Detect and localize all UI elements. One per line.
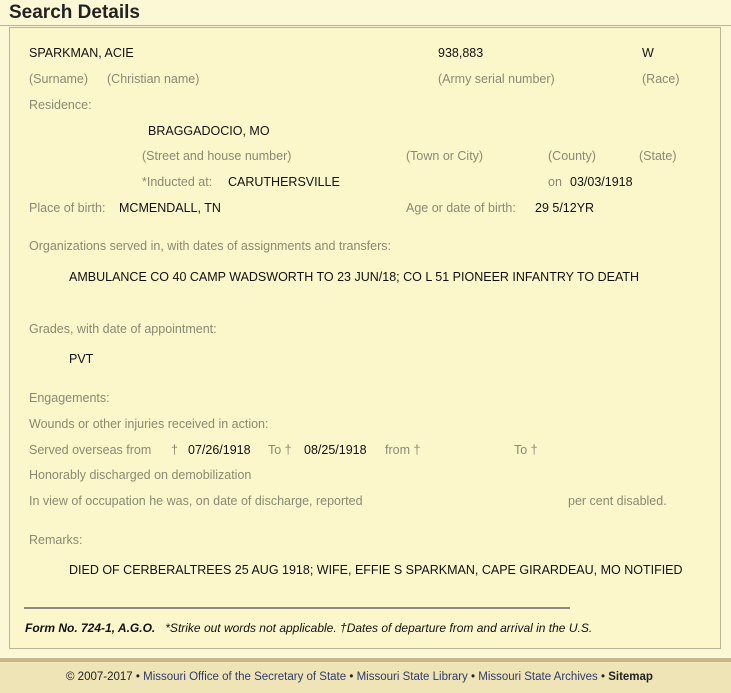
residence-label: Residence: (29, 98, 92, 112)
birth-place-value: MCMENDALL, TN (119, 201, 221, 215)
footer-separator: • (349, 671, 354, 683)
grades-value: PVT (69, 352, 94, 366)
inducted-on-label: on (548, 175, 562, 189)
grades-label: Grades, with date of appointment: (29, 322, 217, 336)
discharged-label: Honorably discharged on demobilization (29, 468, 252, 482)
inducted-value: CARUTHERSVILLE (228, 175, 340, 189)
form-number: Form No. 724-1, A.G.O. (25, 621, 156, 635)
name-value: SPARKMAN, ACIE (29, 46, 134, 60)
county-label: (County) (548, 149, 596, 163)
footer-separator: • (600, 671, 605, 683)
race-value: W (642, 46, 654, 60)
footer-separator: • (135, 671, 140, 683)
street-label: (Street and house number) (142, 149, 292, 163)
remarks-label: Remarks: (29, 533, 83, 547)
overseas-from-value: 07/26/1918 (188, 443, 251, 457)
serial-value: 938,883 (438, 46, 484, 60)
overseas-to2-label: To † (514, 443, 538, 457)
overseas-dagger: † (171, 443, 178, 457)
age-value: 29 5/12YR (535, 201, 595, 215)
disabled-label: per cent disabled. (568, 494, 667, 508)
organizations-label: Organizations served in, with dates of a… (29, 239, 391, 253)
overseas-to-value: 08/25/1918 (304, 443, 367, 457)
footer-separator: • (471, 671, 476, 683)
footer-link-state-archives[interactable]: Missouri State Archives (478, 671, 598, 683)
form-divider (24, 607, 570, 609)
residence-value: BRAGGADOCIO, MO (148, 124, 270, 138)
organizations-value: AMBULANCE CO 40 CAMP WADSWORTH TO 23 JUN… (69, 270, 640, 284)
inducted-date-value: 03/03/1918 (570, 175, 633, 189)
occupation-label: In view of occupation he was, on date of… (29, 494, 363, 508)
town-label: (Town or City) (406, 149, 484, 163)
christian-name-label: (Christian name) (107, 72, 200, 86)
surname-label: (Surname) (29, 72, 89, 86)
inducted-label: *Inducted at: (142, 175, 213, 189)
copyright: © 2007-2017 (66, 671, 133, 683)
overseas-to-label: To † (268, 443, 292, 457)
details-panel (9, 27, 721, 649)
overseas-label: Served overseas from (29, 443, 152, 457)
footer-link-secretary-of-state[interactable]: Missouri Office of the Secretary of Stat… (143, 671, 346, 683)
age-label: Age or date of birth: (406, 201, 516, 215)
footer: © 2007-2017 • Missouri Office of the Sec… (66, 671, 653, 683)
remarks-value: DIED OF CERBERALTREES 25 AUG 1918; WIFE,… (69, 563, 683, 577)
state-label: (State) (639, 149, 677, 163)
footer-link-state-library[interactable]: Missouri State Library (357, 671, 468, 683)
form-note: Form No. 724-1, A.G.O. *Strike out words… (25, 621, 592, 635)
title-divider (0, 25, 731, 26)
wounds-label: Wounds or other injuries received in act… (29, 417, 269, 431)
page-title: Search Details (9, 2, 140, 23)
serial-label: (Army serial number) (438, 72, 555, 86)
engagements-label: Engagements: (29, 391, 110, 405)
overseas-from2-label: from † (385, 443, 421, 457)
birth-place-label: Place of birth: (29, 201, 106, 215)
footer-link-sitemap[interactable]: Sitemap (608, 671, 653, 683)
race-label: (Race) (642, 72, 680, 86)
form-footnote: *Strike out words not applicable. †Dates… (165, 621, 593, 635)
